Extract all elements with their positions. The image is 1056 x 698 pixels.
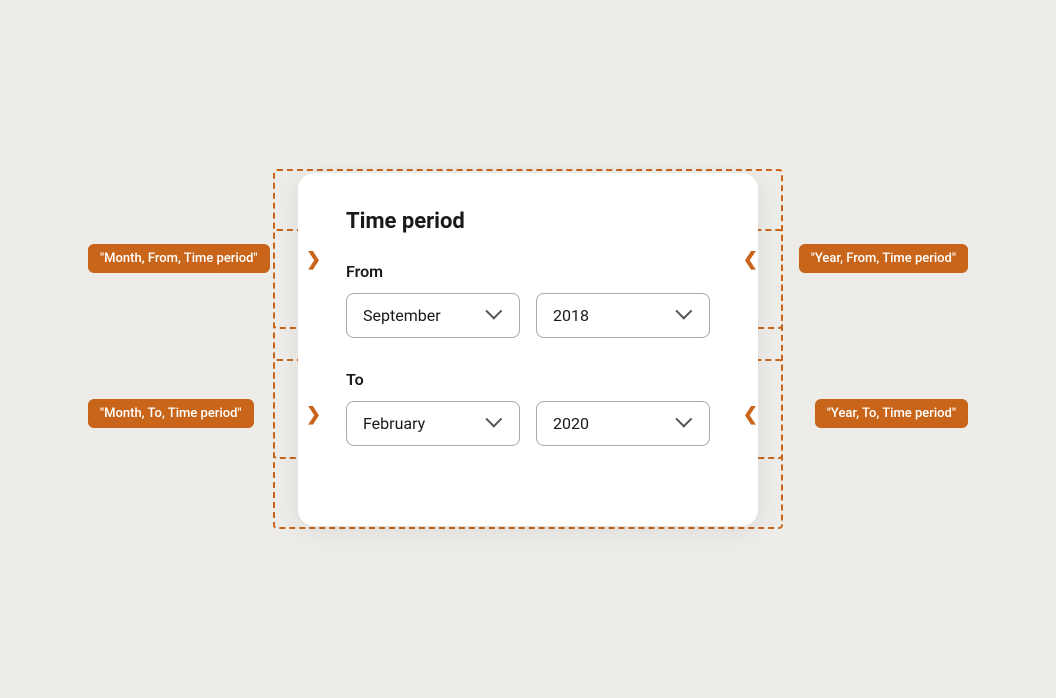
to-year-chevron-icon (675, 414, 693, 432)
arrow-year-from-icon: ❮ (743, 249, 758, 270)
to-month-value: February (363, 414, 425, 433)
time-period-card: Time period From September 2018 To Febru… (298, 173, 758, 526)
from-month-value: September (363, 306, 441, 325)
to-year-dropdown[interactable]: 2020 (536, 401, 710, 446)
from-year-value: 2018 (553, 306, 589, 325)
diagram-container: Time period From September 2018 To Febru… (78, 99, 978, 599)
card-title: Time period (346, 209, 710, 234)
to-label: To (346, 370, 710, 389)
to-month-chevron-icon (485, 414, 503, 432)
to-dropdowns-row: February 2020 (346, 401, 710, 446)
from-month-chevron-icon (485, 306, 503, 324)
to-month-dropdown[interactable]: February (346, 401, 520, 446)
from-section: From September 2018 (346, 262, 710, 338)
arrow-month-to-icon: ❯ (306, 404, 321, 425)
to-section: To February 2020 (346, 370, 710, 446)
badge-year-to: "Year, To, Time period" (815, 399, 968, 428)
from-dropdowns-row: September 2018 (346, 293, 710, 338)
badge-month-to: "Month, To, Time period" (88, 399, 254, 428)
badge-year-from: "Year, From, Time period" (799, 244, 968, 273)
arrow-month-from-icon: ❯ (306, 249, 321, 270)
arrow-year-to-icon: ❮ (743, 404, 758, 425)
from-label: From (346, 262, 710, 281)
from-year-dropdown[interactable]: 2018 (536, 293, 710, 338)
to-year-value: 2020 (553, 414, 589, 433)
badge-month-from: "Month, From, Time period" (88, 244, 270, 273)
from-year-chevron-icon (675, 306, 693, 324)
from-month-dropdown[interactable]: September (346, 293, 520, 338)
